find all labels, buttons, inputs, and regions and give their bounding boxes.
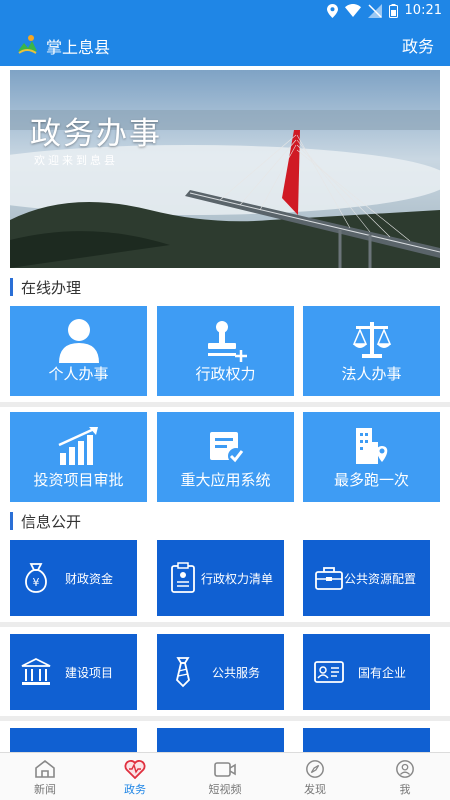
- building-location-icon: [355, 428, 387, 464]
- tab-government-affairs[interactable]: 政务: [90, 753, 180, 800]
- briefcase-icon: [315, 567, 343, 590]
- home-icon: [35, 759, 55, 778]
- section-marker: [10, 512, 13, 530]
- svg-text:¥: ¥: [33, 576, 40, 589]
- heart-icon: [124, 760, 146, 779]
- tab-label: 短视频: [208, 783, 242, 796]
- tile-power-list[interactable]: 行政权力清单: [157, 540, 284, 616]
- tile-label: 投资项目审批: [33, 471, 124, 489]
- compass-icon: [306, 760, 324, 778]
- tile-label: 国有企业: [358, 666, 407, 680]
- wifi-icon: [344, 4, 361, 17]
- bridge-photo: [10, 70, 440, 268]
- clipboard-list-icon: [171, 562, 195, 593]
- section-online-label: 在线办理: [21, 278, 82, 297]
- tile-personal-affairs[interactable]: 个人办事: [10, 306, 147, 396]
- user-icon: [396, 760, 414, 778]
- tile-state-owned-enterprises[interactable]: 国有企业: [303, 634, 430, 710]
- app-title: 掌上息县: [46, 38, 111, 57]
- status-bar: 10:21: [0, 0, 450, 24]
- hero-banner[interactable]: 政务办事 欢迎来到息县: [10, 70, 440, 268]
- tile-major-application-system[interactable]: 重大应用系统: [157, 412, 294, 502]
- document-check-icon: [209, 432, 244, 464]
- scales-icon: [352, 322, 391, 358]
- divider: [0, 622, 450, 627]
- tab-label: 政务: [124, 783, 146, 796]
- location-icon: [326, 3, 338, 18]
- section-info-title: 信息公开: [10, 511, 81, 531]
- stamp-icon: [207, 321, 247, 362]
- tile-one-trip-at-most[interactable]: 最多跑一次: [303, 412, 440, 502]
- bottom-tab-bar: 新闻 政务 短视频 发现 我: [0, 752, 450, 800]
- section-online-title: 在线办理: [10, 277, 81, 297]
- id-card-icon: [314, 661, 344, 683]
- tile-partial[interactable]: [10, 728, 137, 752]
- tab-me[interactable]: 我: [360, 753, 450, 800]
- tab-label: 我: [399, 783, 411, 796]
- tile-investment-approval[interactable]: 投资项目审批: [10, 412, 147, 502]
- tab-discover[interactable]: 发现: [270, 753, 360, 800]
- tile-label: 个人办事: [48, 365, 109, 383]
- banner-headline: 政务办事: [30, 116, 162, 152]
- tile-label: 重大应用系统: [180, 471, 271, 489]
- tie-icon: [176, 657, 190, 688]
- status-time: 10:21: [404, 3, 442, 18]
- section-info-label: 信息公开: [21, 512, 82, 531]
- tile-administrative-power[interactable]: 行政权力: [157, 306, 294, 396]
- tab-news[interactable]: 新闻: [0, 753, 90, 800]
- battery-icon: [388, 3, 398, 18]
- tile-label: 公共资源配置: [344, 572, 417, 586]
- tile-public-resource-allocation[interactable]: 公共资源配置: [303, 540, 430, 616]
- app-logo-icon: [18, 35, 37, 54]
- tile-fiscal-funds[interactable]: ¥ 财政资金: [10, 540, 137, 616]
- divider: [0, 716, 450, 721]
- banner-subtitle: 欢迎来到息县: [34, 154, 118, 167]
- tab-label: 发现: [304, 783, 326, 796]
- tile-label: 财政资金: [65, 572, 114, 586]
- tile-label: 行政权力清单: [201, 572, 274, 586]
- person-icon: [58, 319, 99, 363]
- tile-legal-person-affairs[interactable]: 法人办事: [303, 306, 440, 396]
- tile-label: 法人办事: [341, 365, 402, 383]
- section-marker: [10, 278, 13, 296]
- tile-partial[interactable]: [303, 728, 430, 752]
- government-building-icon: [21, 657, 51, 685]
- tile-partial[interactable]: [157, 728, 284, 752]
- growth-chart-icon: [57, 427, 98, 465]
- divider: [0, 402, 450, 407]
- tile-label: 建设项目: [65, 666, 114, 680]
- tile-public-services[interactable]: 公共服务: [157, 634, 284, 710]
- app-bar: 掌上息县 政务: [0, 24, 450, 66]
- tile-label: 行政权力: [195, 365, 256, 383]
- tile-construction-projects[interactable]: 建设项目: [10, 634, 137, 710]
- tile-label: 公共服务: [212, 666, 261, 680]
- signal-off-icon: [367, 3, 382, 18]
- tab-label: 新闻: [34, 783, 56, 796]
- money-bag-icon: ¥: [25, 563, 47, 593]
- tab-short-video[interactable]: 短视频: [180, 753, 270, 800]
- video-camera-icon: [214, 762, 236, 777]
- tile-label: 最多跑一次: [333, 471, 409, 489]
- app-bar-right-label[interactable]: 政务: [402, 33, 434, 57]
